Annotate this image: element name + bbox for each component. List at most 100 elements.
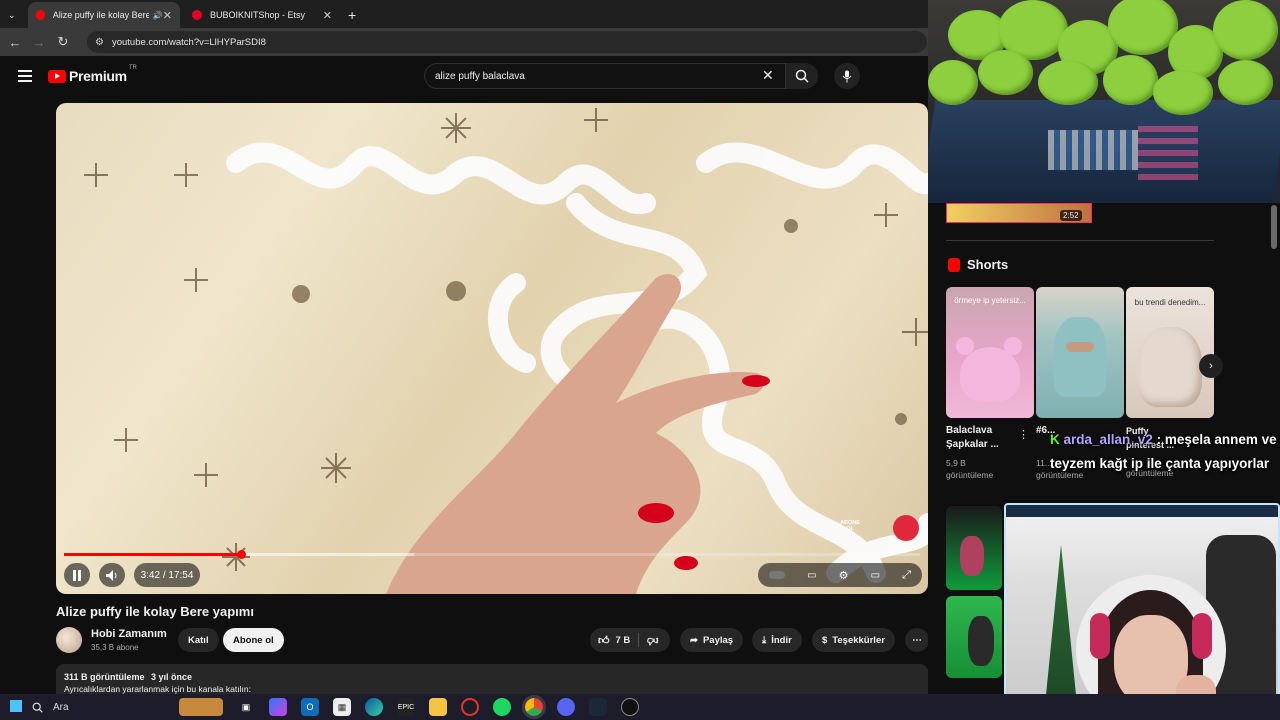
close-icon[interactable]: ✕ [163,9,172,22]
progress-played [64,553,242,556]
tab-search-button[interactable]: ⌄ [4,2,24,28]
recommended-thumbnail[interactable] [946,596,1002,678]
like-dislike-group: 👍︎ 7 B 👍︎ [590,628,670,652]
youtube-play-icon [48,69,66,83]
opera-icon[interactable] [461,698,479,716]
recommended-thumbnail[interactable] [946,506,1002,590]
store-icon[interactable]: ▦ [333,698,351,716]
tab-label: BUBOIKNITShop - Etsy [210,10,306,20]
search-input[interactable]: alize puffy balaclava [424,63,786,89]
autoplay-toggle[interactable] [769,571,786,579]
short-thumbnail[interactable] [1036,287,1124,418]
obs-icon[interactable] [621,698,639,716]
new-tab-button[interactable]: + [344,2,364,28]
site-info-icon[interactable]: ⚙ [95,37,104,48]
spotify-icon[interactable] [493,698,511,716]
chat-username: arda_allan_v2 [1063,432,1153,447]
menu-icon[interactable] [18,70,32,82]
youtube-favicon-icon [36,10,45,20]
taskbar-search[interactable]: Ara [32,702,172,713]
search-value: alize puffy balaclava [435,70,525,82]
player-right-controls: ▭ ⚙ ▭ ⤢ [758,563,922,587]
download-icon: ⤓ [762,634,767,646]
task-view-icon[interactable]: ▣ [237,698,255,716]
time-display: 3:42 / 17:54 [134,563,200,587]
time-text: 3:42 / 17:54 [140,569,194,581]
video-player[interactable] [56,103,928,594]
kick-logo-icon: K [1050,432,1060,447]
join-button[interactable]: Katıl [178,628,219,652]
short-views-label: görüntüleme [946,470,994,480]
short-caption: örmeye ip yetersiz... [954,296,1026,305]
theater-mode-icon[interactable]: ▭ [871,570,880,581]
tab-label: Alize puffy ile kolay Bere ya [52,10,149,20]
voice-search-button[interactable] [834,63,860,89]
speaker-icon[interactable]: 🔊 [153,11,163,20]
description-meta: 311 B görüntüleme 3 yıl önce [64,672,920,682]
pause-button[interactable] [64,563,90,587]
thumbs-up-icon[interactable]: 👍︎ [598,634,610,647]
logo-region: TR [128,65,137,71]
thumbs-down-icon[interactable]: 👍︎ [647,634,659,647]
description-text: Ayrıcalıklardan yararlanmak için bu kana… [64,684,251,694]
share-label: Paylaş [702,634,734,646]
fullscreen-icon[interactable]: ⤢ [902,569,911,582]
video-title: Alize puffy ile kolay Bere yapımı [56,604,254,619]
edge-icon[interactable] [365,698,383,716]
url-text: youtube.com/watch?v=LlHYParSDI8 [111,36,266,48]
abone-watermark: ABONE OL [840,520,860,532]
settings-gear-icon[interactable]: ⚙ [839,569,849,582]
chevron-down-icon: ⌄ [8,9,16,20]
subscriber-count: 35,3 B abone [91,643,139,652]
volume-button[interactable] [99,563,125,587]
more-vert-icon[interactable]: ⋮ [1018,428,1029,441]
download-button[interactable]: ⤓ İndir [752,628,802,652]
epic-games-icon[interactable]: EPIC [397,698,415,716]
copilot-icon[interactable] [269,698,287,716]
steam-icon[interactable] [589,698,607,716]
outlook-icon[interactable]: O [301,698,319,716]
subtitles-icon[interactable]: ▭ [807,570,816,581]
shorts-next-button[interactable]: › [1199,354,1223,378]
channel-avatar[interactable] [56,627,82,653]
search-icon [32,702,43,713]
thanks-label: Teşekkürler [832,634,885,646]
back-icon[interactable]: ← [3,35,27,50]
file-explorer-icon[interactable] [429,698,447,716]
url-field[interactable]: ⚙ youtube.com/watch?v=LlHYParSDI8 [87,31,927,53]
subscribe-label: Abone ol [233,634,274,646]
channel-name[interactable]: Hobi Zamanım [91,628,167,640]
like-count[interactable]: 7 B [616,635,631,646]
chrome-icon[interactable] [522,695,546,719]
discord-icon[interactable] [557,698,575,716]
stream-chat-overlay: K arda_allan_v2 : meşela annem ve teyzem… [1050,432,1277,471]
video-duration: 2:52 [1060,210,1082,221]
tab-youtube[interactable]: Alize puffy ile kolay Bere ya 🔊 ✕ [28,2,180,28]
subscribe-button[interactable]: Abone ol [223,628,284,652]
short-thumbnail[interactable] [946,287,1034,418]
windows-start-icon[interactable] [10,700,22,712]
search-icon [795,69,809,83]
clear-search-icon[interactable]: ✕ [762,67,774,84]
download-label: İndir [771,634,792,646]
volume-icon [106,569,117,581]
upload-date: 3 yıl önce [151,672,193,682]
more-actions-button[interactable]: ⋯ [905,628,929,652]
tab-etsy[interactable]: BUBOIKNITShop - Etsy ✕ [184,2,340,28]
short-title[interactable]: Balaclava Şapkalar ... [946,424,1018,452]
overhead-camera-overlay [928,0,1280,203]
youtube-logo[interactable]: Premium TR [48,65,137,84]
search-button[interactable] [786,63,818,89]
forward-icon[interactable]: → [27,35,51,50]
more-icon: ⋯ [912,634,922,646]
logo-text: Premium [69,68,127,84]
microphone-icon [842,70,852,82]
sidebar-scrollbar[interactable] [1271,205,1277,249]
widgets-icon[interactable] [179,698,223,716]
reload-icon[interactable]: ↻ [51,34,75,50]
close-icon[interactable]: ✕ [323,9,332,22]
view-count: 311 B görüntüleme [64,672,145,682]
thanks-button[interactable]: $ Teşekkürler [812,628,895,652]
share-button[interactable]: ➦ Paylaş [680,628,744,652]
pinterest-favicon-icon [192,10,202,20]
